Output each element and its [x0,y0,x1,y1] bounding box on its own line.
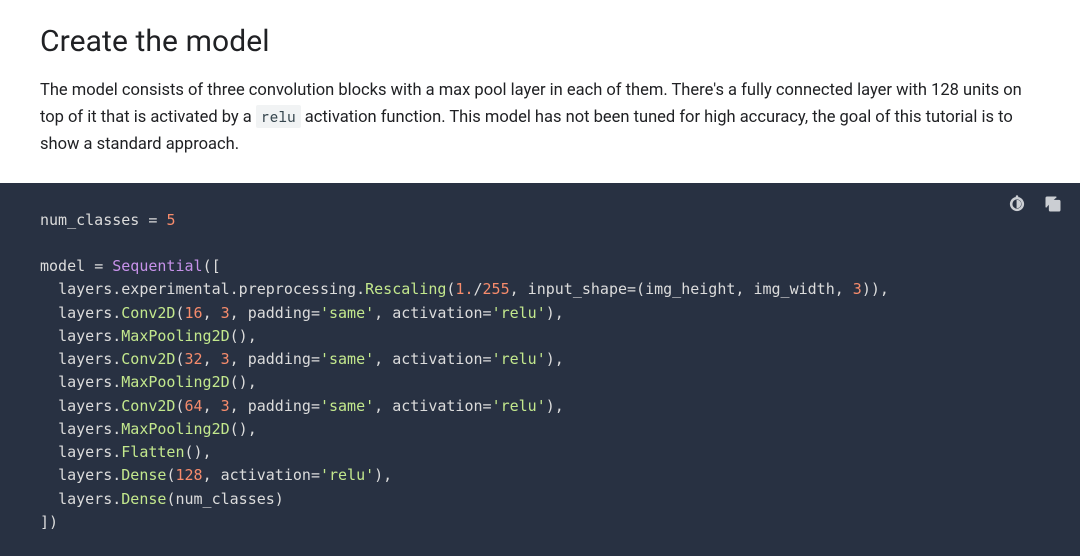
inline-code-relu: relu [256,105,301,128]
section-paragraph: The model consists of three convolution … [40,77,1040,159]
tutorial-section: Create the model The model consists of t… [0,0,1080,556]
code-pre: num_classes = 5 model = Sequential([ lay… [40,209,1040,535]
section-title: Create the model [40,24,1040,59]
copy-icon[interactable] [1042,193,1064,215]
toggle-theme-icon[interactable] [1006,193,1028,215]
code-block: num_classes = 5 model = Sequential([ lay… [0,183,1080,557]
code-actions [1006,193,1064,215]
